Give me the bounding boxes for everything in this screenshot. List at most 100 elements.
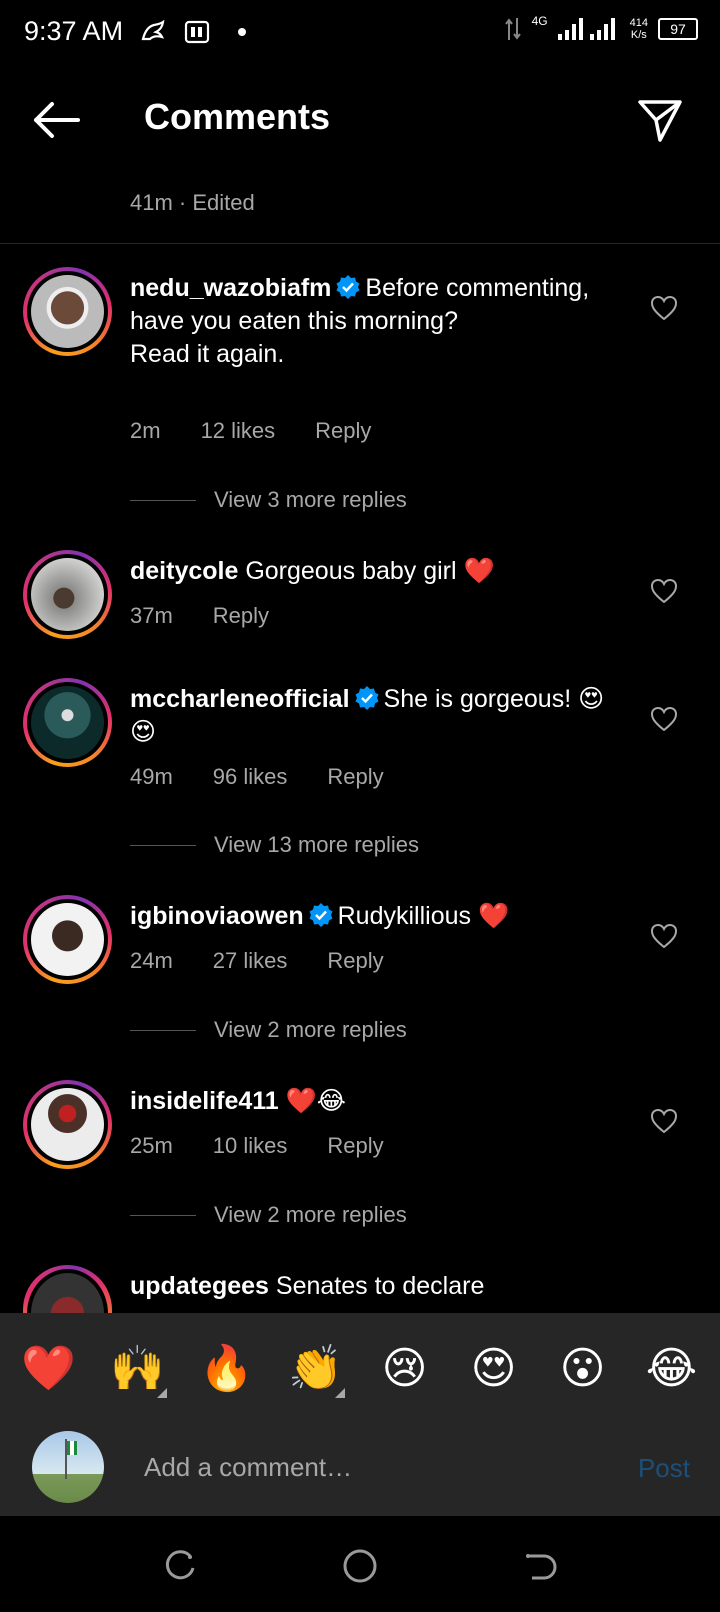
comment-meta: 37m Reply [130, 603, 309, 629]
avatar[interactable] [23, 678, 112, 767]
battery-icon: 97 [658, 18, 698, 40]
app-notification-icon [184, 18, 212, 46]
comment-likes[interactable]: 96 likes [213, 764, 288, 790]
comment-time: 37m [130, 603, 173, 628]
comment-content: Senates to declare [275, 1272, 485, 1300]
replies-line [130, 1214, 196, 1216]
recent-apps-button[interactable] [160, 1546, 200, 1586]
data-transfer-icon [504, 18, 521, 40]
emoji-crying[interactable]: 😢 [370, 1343, 440, 1394]
comment-text: igbinoviaowen Rudykillious ❤️ [130, 900, 630, 933]
status-time: 9:37 AM [24, 16, 124, 46]
comment-likes[interactable]: 27 likes [213, 948, 288, 974]
reply-button[interactable]: Reply [327, 948, 383, 974]
page-title: Comments [144, 96, 331, 137]
skin-tone-indicator-icon [156, 1388, 167, 1398]
heart-icon [650, 923, 678, 949]
navigation-bar [0, 1516, 720, 1612]
signal-icon [557, 18, 615, 40]
comment-time: 25m [130, 1133, 173, 1158]
comment-content: Rudykillious ❤️ [337, 902, 510, 930]
emoji-clap[interactable]: 👏 [281, 1342, 351, 1398]
share-button[interactable] [636, 96, 684, 144]
comment-likes[interactable]: 12 likes [201, 418, 276, 444]
emoji-heart-eyes[interactable]: 😍 [459, 1343, 529, 1394]
comment-time: 49m [130, 764, 173, 789]
view-replies-label: View 3 more replies [214, 487, 407, 512]
current-user-avatar [32, 1431, 104, 1503]
home-circle-icon [343, 1549, 377, 1583]
skin-tone-indicator-icon [334, 1388, 345, 1398]
verified-icon [355, 686, 379, 710]
view-replies-label: View 13 more replies [214, 832, 420, 857]
back-nav-icon [526, 1554, 557, 1580]
comment-time: 24m [130, 948, 173, 973]
header: Comments [0, 66, 720, 176]
emoji-fire[interactable]: 🔥 [192, 1342, 262, 1394]
view-replies-button[interactable]: View 13 more replies [130, 832, 419, 858]
reply-button[interactable]: Reply [327, 764, 383, 790]
network-type: 4G [531, 14, 548, 28]
view-replies-label: View 2 more replies [214, 1017, 407, 1042]
comment-input-bar: Post [0, 1423, 720, 1516]
recent-apps-icon [165, 1550, 195, 1580]
heart-icon [650, 578, 678, 604]
emoji-surprised[interactable]: 😮 [548, 1343, 618, 1394]
comment-likes[interactable]: 10 likes [213, 1133, 288, 1159]
comment-username[interactable]: mccharleneofficial [130, 685, 350, 713]
paper-plane-icon [638, 100, 682, 142]
replies-line [130, 1029, 196, 1031]
comment-username[interactable]: igbinoviaowen [130, 902, 304, 930]
avatar[interactable] [23, 895, 112, 984]
divider [0, 243, 720, 244]
notification-icon [140, 18, 166, 46]
heart-icon [650, 1108, 678, 1134]
comment-text: deitycole Gorgeous baby girl ❤️ [130, 555, 630, 588]
post-button[interactable]: Post [638, 1453, 690, 1484]
like-button[interactable] [650, 706, 678, 732]
reply-button[interactable]: Reply [315, 418, 371, 444]
avatar[interactable] [23, 1080, 112, 1169]
comment-text: mccharleneofficial She is gorgeous! 😍😍 [130, 683, 630, 749]
comment-meta: 25m 10 likes Reply [130, 1133, 424, 1159]
reply-button[interactable]: Reply [327, 1133, 383, 1159]
view-replies-button[interactable]: View 2 more replies [130, 1202, 407, 1228]
back-button[interactable] [30, 98, 82, 142]
replies-line [130, 844, 196, 846]
comment-username[interactable]: deitycole [130, 557, 238, 585]
comment-text: updategees Senates to declare [130, 1270, 630, 1313]
emoji-raised-hands[interactable]: 🙌 [103, 1342, 173, 1398]
back-nav-button[interactable] [520, 1546, 560, 1586]
comment-username[interactable]: updategees [130, 1272, 269, 1300]
view-replies-label: View 2 more replies [214, 1202, 407, 1227]
comment-content: Gorgeous baby girl ❤️ [245, 557, 495, 585]
comment-input[interactable] [144, 1443, 584, 1491]
replies-line [130, 499, 196, 501]
avatar[interactable] [23, 267, 112, 356]
avatar[interactable] [23, 1265, 112, 1313]
status-right: 4G 414 K/s 97 [504, 14, 698, 42]
verified-icon [309, 903, 333, 927]
emoji-laughing[interactable]: 😂 [637, 1343, 707, 1394]
like-button[interactable] [650, 578, 678, 604]
home-button[interactable] [340, 1546, 380, 1586]
comment-time: 2m [130, 418, 161, 443]
dot-icon [237, 18, 247, 46]
comment-text: insidelife411 ❤️😂 [130, 1085, 630, 1118]
like-button[interactable] [650, 923, 678, 949]
like-button[interactable] [650, 1108, 678, 1134]
view-replies-button[interactable]: View 3 more replies [130, 487, 407, 513]
emoji-heart[interactable]: ❤️ [14, 1342, 84, 1394]
previous-comment-meta: 41m · Edited [130, 190, 255, 215]
comment-username[interactable]: insidelife411 [130, 1087, 279, 1115]
reply-button[interactable]: Reply [213, 603, 269, 629]
comment-username[interactable]: nedu_wazobiafm [130, 274, 331, 302]
like-button[interactable] [650, 295, 678, 321]
heart-icon [650, 295, 678, 321]
comment-meta: 2m 12 likes Reply [130, 418, 411, 444]
avatar[interactable] [23, 550, 112, 639]
comment-text: nedu_wazobiafm Before commenting, have yo… [130, 272, 630, 371]
view-replies-button[interactable]: View 2 more replies [130, 1017, 407, 1043]
network-speed: 414 K/s [629, 17, 648, 41]
emoji-bar: ❤️ 🙌 🔥 👏 😢 😍 😮 😂 [0, 1313, 720, 1423]
